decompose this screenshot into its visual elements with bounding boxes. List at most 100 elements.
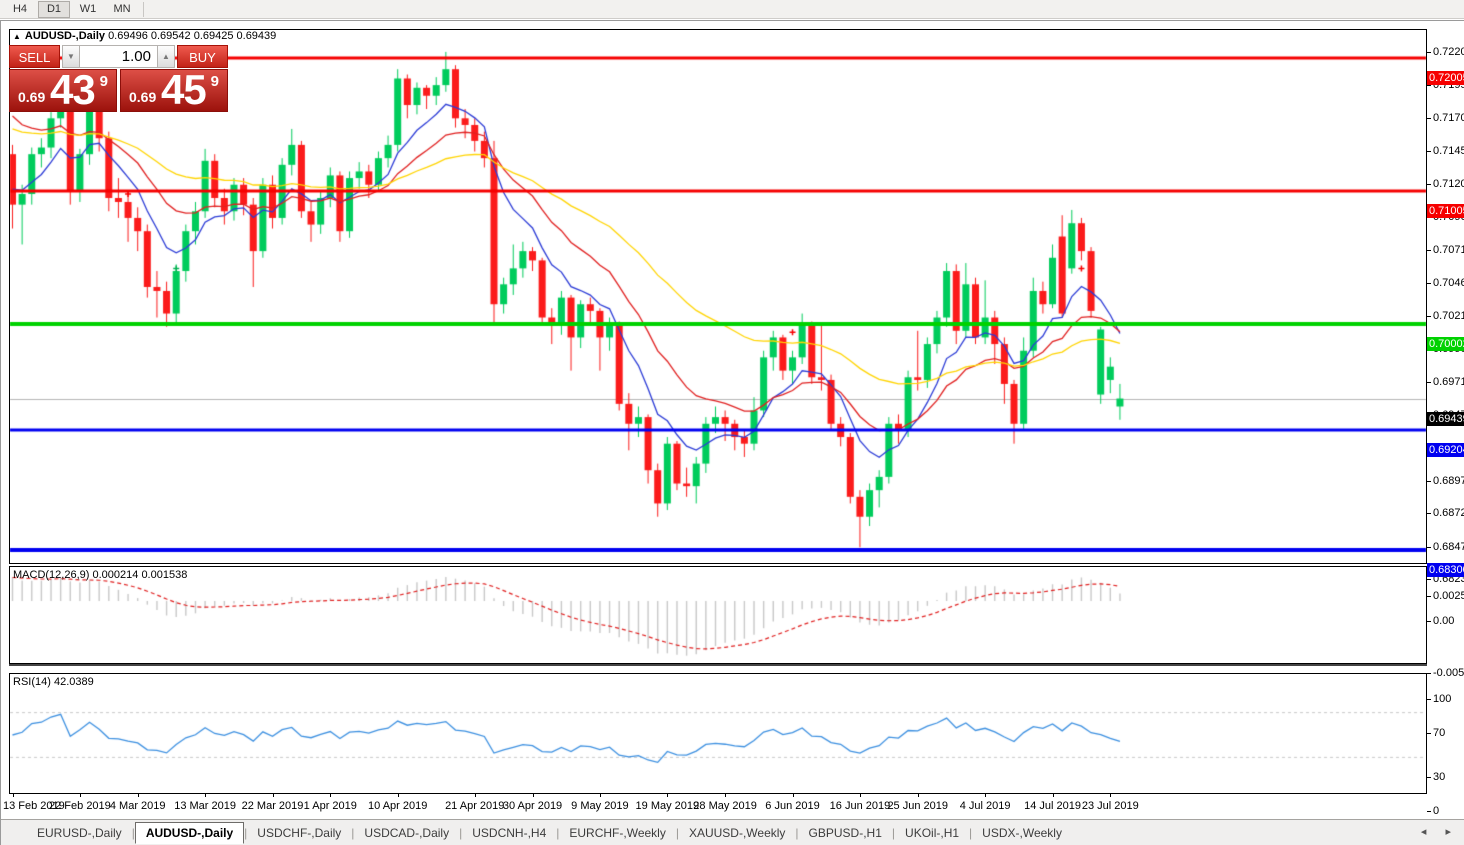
chart-tab-ukoil[interactable]: UKOil-,H1 — [895, 823, 969, 843]
date-tick-mark — [398, 793, 399, 797]
rsi-axis-tick: 0 — [1433, 805, 1439, 817]
one-click-trading-panel: SELL ▼ ▲ BUY 0.69 43 9 0.69 45 9 — [9, 45, 228, 112]
macd-name: MACD(12,26,9) — [13, 569, 89, 581]
rsi-axis-tick-mark — [1427, 811, 1431, 812]
rsi-label: RSI(14) 42.0389 — [13, 676, 94, 688]
macd-axis-tick: -0.005234 — [1433, 667, 1464, 679]
date-axis-label: 4 Jul 2019 — [960, 800, 1011, 812]
sell-price-pip: 9 — [100, 73, 108, 90]
price-axis-tick-mark — [1427, 547, 1431, 548]
price-axis-tick: 0.72200 — [1433, 46, 1464, 58]
date-tick-mark — [725, 793, 726, 797]
price-level-badge: 0.69439 — [1427, 412, 1464, 426]
price-axis-tick: 0.70215 — [1433, 310, 1464, 322]
date-axis-label: 19 May 2019 — [636, 800, 700, 812]
date-axis-label: 21 Apr 2019 — [445, 800, 504, 812]
sell-button[interactable]: SELL — [9, 45, 60, 68]
price-axis-tick: 0.71705 — [1433, 112, 1464, 124]
chart-canvas[interactable] — [1, 21, 1464, 845]
tab-scroll-arrows[interactable]: ◂ ▸ — [1421, 825, 1459, 838]
price-axis-tick-mark — [1427, 52, 1431, 53]
date-axis-label: 25 Jun 2019 — [887, 800, 948, 812]
date-tick-mark — [600, 793, 601, 797]
toolbar-separator — [143, 2, 144, 17]
chart-tab-xauusd[interactable]: XAUUSD-,Weekly — [679, 823, 795, 843]
date-tick-mark — [533, 793, 534, 797]
volume-input[interactable] — [80, 45, 157, 68]
rsi-name: RSI(14) — [13, 676, 51, 688]
date-tick-mark — [860, 793, 861, 797]
chart-tab-audusd[interactable]: AUDUSD-,Daily — [135, 822, 244, 844]
date-tick-mark — [667, 793, 668, 797]
chart-ohlc-values: 0.69496 0.69542 0.69425 0.69439 — [108, 30, 276, 42]
rsi-axis-tick: 70 — [1433, 727, 1445, 739]
date-tick-mark — [330, 793, 331, 797]
date-tick-mark — [793, 793, 794, 797]
price-axis-tick-mark — [1427, 184, 1431, 185]
timeframe-button-w1[interactable]: W1 — [72, 1, 104, 18]
rsi-value: 42.0389 — [54, 676, 94, 688]
chart-tab-eurusd[interactable]: EURUSD-,Daily — [27, 823, 132, 843]
chart-window: ▲ AUDUSD-,Daily 0.69496 0.69542 0.69425 0… — [0, 20, 1464, 845]
date-axis-label: 16 Jun 2019 — [830, 800, 891, 812]
rsi-axis-tick: 30 — [1433, 771, 1445, 783]
timeframe-button-mn[interactable]: MN — [106, 1, 138, 18]
rsi-axis-tick-mark — [1427, 699, 1431, 700]
date-axis-label: 10 Apr 2019 — [368, 800, 427, 812]
chart-tab-usdcad[interactable]: USDCAD-,Daily — [354, 823, 459, 843]
date-axis-label: 4 Mar 2019 — [110, 800, 166, 812]
price-level-badge: 0.69204 — [1427, 443, 1464, 457]
price-axis-tick: 0.68725 — [1433, 507, 1464, 519]
buy-price-prefix: 0.69 — [129, 89, 156, 105]
timeframe-button-h4[interactable]: H4 — [4, 1, 36, 18]
chart-tab-usdchf[interactable]: USDCHF-,Daily — [247, 823, 351, 843]
date-axis-label: 30 Apr 2019 — [503, 800, 562, 812]
date-tick-mark — [985, 793, 986, 797]
sell-price-prefix: 0.69 — [18, 89, 45, 105]
macd-axis-tick: 0.00 — [1433, 615, 1454, 627]
price-level-badge: 0.72005 — [1427, 71, 1464, 85]
date-tick-mark — [1110, 793, 1111, 797]
macd-label: MACD(12,26,9) 0.000214 0.001538 — [13, 569, 187, 581]
volume-increase-button[interactable]: ▲ — [157, 45, 175, 68]
date-axis-label: 13 Mar 2019 — [174, 800, 236, 812]
macd-axis-tick-mark — [1427, 621, 1431, 622]
price-axis-tick-mark — [1427, 382, 1431, 383]
macd-axis-tick-mark — [1427, 596, 1431, 597]
price-axis-tick-mark — [1427, 250, 1431, 251]
price-axis-tick-mark — [1427, 513, 1431, 514]
macd-value: 0.000214 — [92, 569, 138, 581]
price-axis-tick: 0.68475 — [1433, 541, 1464, 553]
buy-button[interactable]: BUY — [177, 45, 228, 68]
panel-splitter[interactable] — [9, 664, 1427, 666]
chart-tab-bar: EURUSD-,Daily|AUDUSD-,Daily|USDCHF-,Dail… — [1, 819, 1464, 845]
price-axis-tick: 0.68970 — [1433, 475, 1464, 487]
macd-axis-tick: 0.002522 — [1433, 590, 1464, 602]
sell-price-box[interactable]: 0.69 43 9 — [9, 69, 117, 112]
price-axis-tick-mark — [1427, 85, 1431, 86]
timeframe-button-d1[interactable]: D1 — [38, 1, 70, 18]
chart-tab-usdx[interactable]: USDX-,Weekly — [972, 823, 1072, 843]
macd-signal-value: 0.001538 — [141, 569, 187, 581]
buy-price-big: 45 — [161, 66, 206, 114]
chart-tab-eurchf[interactable]: EURCHF-,Weekly — [559, 823, 675, 843]
volume-decrease-button[interactable]: ▼ — [62, 45, 80, 68]
price-level-badge: 0.70002 — [1427, 337, 1464, 351]
date-tick-mark — [918, 793, 919, 797]
rsi-axis-tick-mark — [1427, 733, 1431, 734]
buy-price-box[interactable]: 0.69 45 9 — [120, 69, 228, 112]
price-axis-tick: 0.70710 — [1433, 244, 1464, 256]
chart-tab-gbpusd[interactable]: GBPUSD-,H1 — [799, 823, 892, 843]
sell-price-big: 43 — [50, 66, 95, 114]
date-tick-mark — [475, 793, 476, 797]
price-axis-tick-mark — [1427, 481, 1431, 482]
timeframe-toolbar: H4D1W1MN — [0, 0, 1464, 19]
date-tick-mark — [1053, 793, 1054, 797]
chart-symbol-label: AUDUSD-,Daily — [25, 30, 105, 42]
date-axis-label: 1 Apr 2019 — [304, 800, 357, 812]
date-axis-label: 28 May 2019 — [693, 800, 757, 812]
price-level-badge: 0.71005 — [1427, 204, 1464, 218]
chart-tab-usdcnh[interactable]: USDCNH-,H4 — [462, 823, 556, 843]
price-axis-tick-mark — [1427, 283, 1431, 284]
rsi-axis-tick: 100 — [1433, 693, 1451, 705]
